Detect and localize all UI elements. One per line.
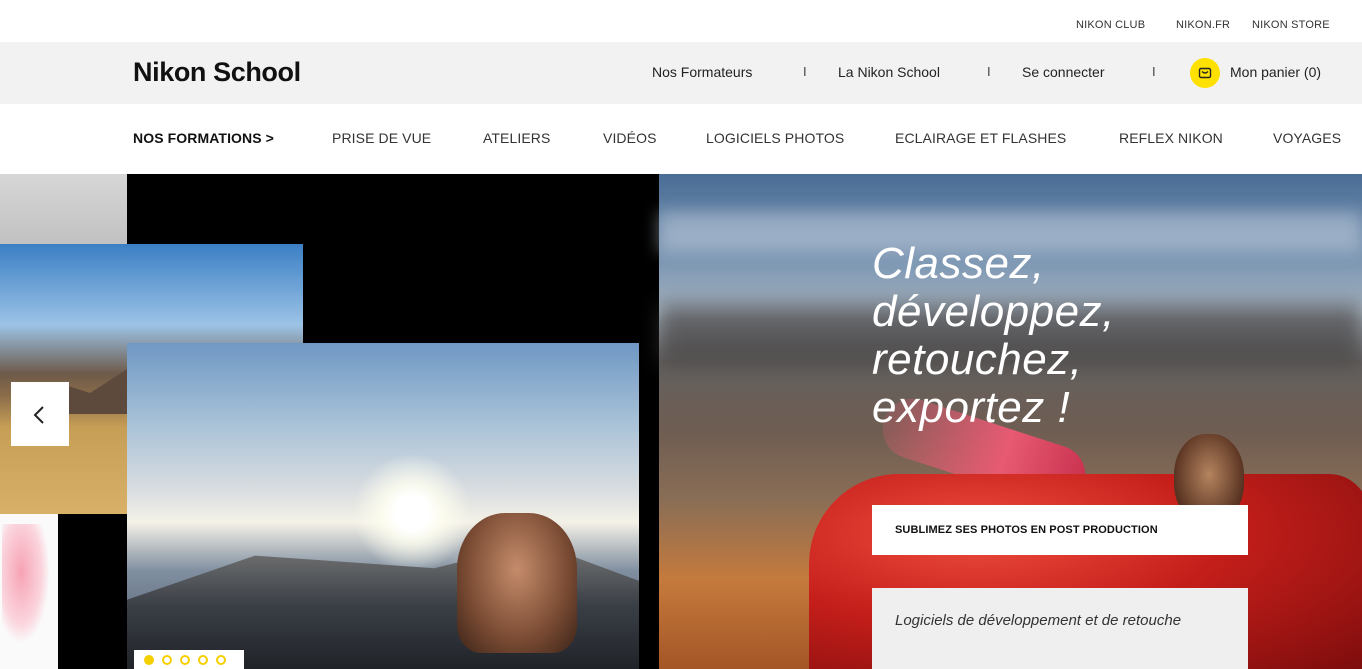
basket-icon[interactable] bbox=[1190, 58, 1220, 88]
hero-caption: Logiciels de développement et de retouch… bbox=[895, 612, 1182, 629]
site-header: Nikon School Nos Formateurs I La Nikon S… bbox=[0, 42, 1362, 104]
nav-logiciels-photos[interactable]: LOGICIELS PHOTOS bbox=[706, 130, 844, 146]
nav-reflex-nikon[interactable]: REFLEX NIKON bbox=[1119, 130, 1223, 146]
nav-se-connecter[interactable]: Se connecter bbox=[1022, 64, 1105, 80]
hero-left-collage bbox=[0, 174, 659, 669]
nav-eclairage-et-flashes[interactable]: ECLAIRAGE ET FLASHES bbox=[895, 130, 1066, 146]
pink-scarf-image bbox=[0, 514, 58, 669]
nav-separator: I bbox=[803, 64, 807, 79]
utility-bar: NIKON CLUB NIKON.FR NIKON STORE bbox=[0, 0, 1362, 42]
nikon-fr-link[interactable]: NIKON.FR bbox=[1176, 19, 1230, 31]
hero-caption-box: Logiciels de développement et de retouch… bbox=[872, 588, 1248, 669]
headline-line: exportez ! bbox=[872, 383, 1071, 432]
nav-videos[interactable]: VIDÉOS bbox=[603, 130, 657, 146]
main-navigation: NOS FORMATIONS > PRISE DE VUE ATELIERS V… bbox=[0, 104, 1362, 174]
cart-link[interactable]: Mon panier (0) bbox=[1230, 64, 1321, 80]
nav-nos-formations[interactable]: NOS FORMATIONS > bbox=[133, 130, 274, 146]
nav-la-nikon-school[interactable]: La Nikon School bbox=[838, 64, 940, 80]
nikon-store-link[interactable]: NIKON STORE bbox=[1252, 19, 1330, 31]
nav-ateliers[interactable]: ATELIERS bbox=[483, 130, 550, 146]
carousel-dot[interactable] bbox=[198, 655, 208, 665]
carousel-dots bbox=[134, 650, 244, 669]
chevron-left-icon bbox=[33, 406, 44, 424]
carousel-dot[interactable] bbox=[162, 655, 172, 665]
site-logo[interactable]: Nikon School bbox=[133, 57, 301, 88]
nikon-club-link[interactable]: NIKON CLUB bbox=[1076, 19, 1145, 31]
hero-headline: Classez, développez, retouchez, exportez… bbox=[872, 240, 1115, 432]
nav-separator: I bbox=[1152, 64, 1156, 79]
headline-line: retouchez, bbox=[872, 335, 1083, 384]
convertible-sun-image bbox=[127, 343, 639, 669]
carousel-dot[interactable] bbox=[180, 655, 190, 665]
nav-nos-formateurs[interactable]: Nos Formateurs bbox=[652, 64, 752, 80]
hero-cta-label: SUBLIMEZ SES PHOTOS EN POST PRODUCTION bbox=[895, 524, 1158, 536]
carousel-prev-button[interactable] bbox=[11, 382, 69, 446]
headline-line: développez, bbox=[872, 287, 1115, 336]
headline-line: Classez, bbox=[872, 239, 1045, 288]
carousel-dot[interactable] bbox=[216, 655, 226, 665]
nav-voyages[interactable]: VOYAGES bbox=[1273, 130, 1341, 146]
nav-prise-de-vue[interactable]: PRISE DE VUE bbox=[332, 130, 431, 146]
carousel-dot[interactable] bbox=[144, 655, 154, 665]
hero-cta-button[interactable]: SUBLIMEZ SES PHOTOS EN POST PRODUCTION bbox=[872, 505, 1248, 555]
nav-separator: I bbox=[987, 64, 991, 79]
